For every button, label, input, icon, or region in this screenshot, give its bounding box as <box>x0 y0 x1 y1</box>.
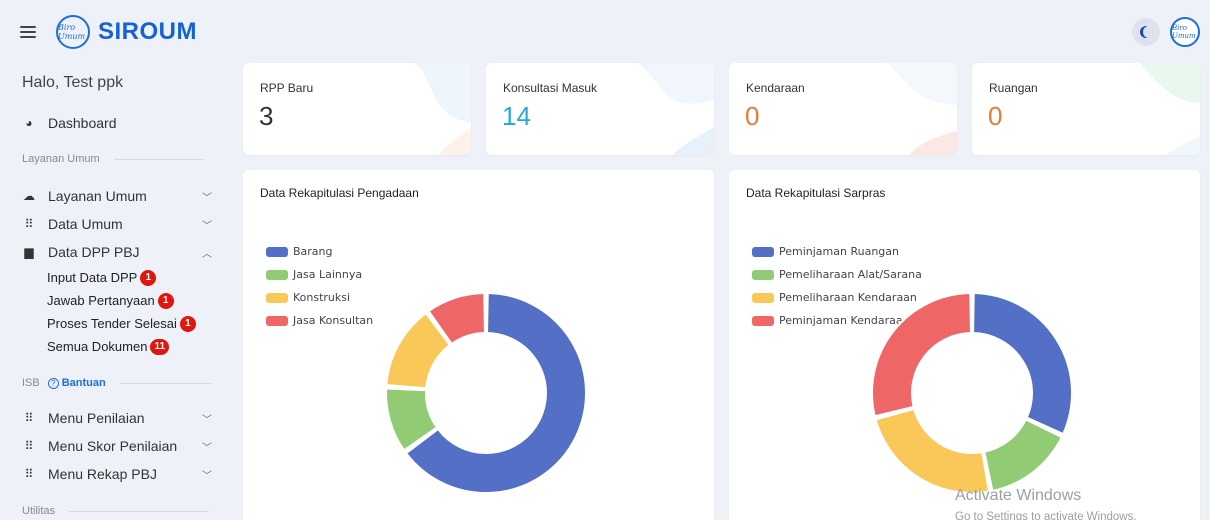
section-label-layanan: Layanan Umum <box>0 148 230 170</box>
donut-chart <box>871 292 1073 494</box>
chevron-down-icon: ﹀ <box>202 470 212 482</box>
hamburger-menu-icon[interactable] <box>20 26 36 38</box>
count-badge: 11 <box>150 338 170 355</box>
sidebar-subitem-semua-dokumen[interactable]: Semua Dokumen 11 <box>0 335 230 358</box>
stat-value: 0 <box>988 101 1003 131</box>
donut-slice-peminjaman-ruangan[interactable] <box>972 292 1073 435</box>
chevron-down-icon: ﹀ <box>202 192 212 204</box>
help-icon: ? <box>47 377 59 389</box>
chevron-up-icon: ︿ <box>202 248 212 260</box>
chevron-down-icon: ﹀ <box>202 414 212 426</box>
stat-value: 3 <box>259 101 274 131</box>
card-decoration <box>887 63 957 155</box>
moon-icon <box>1143 26 1155 38</box>
stat-label: Konsultasi Masuk <box>503 81 598 95</box>
sidebar-item-data-dpp-pbj[interactable]: ▆ Data DPP PBJ ︿ <box>0 238 230 266</box>
stat-card-konsultasi-masuk[interactable]: Konsultasi Masuk 14 <box>486 63 714 155</box>
avatar[interactable]: Biro Umum <box>1170 17 1200 47</box>
sidebar-item-layanan-umum[interactable]: ☁ Layanan Umum ﹀ <box>0 182 230 210</box>
chart-card-sarpras: Data Rekapitulasi Sarpras Peminjaman Rua… <box>729 170 1200 520</box>
card-decoration <box>637 63 714 155</box>
card-decoration <box>1139 63 1200 155</box>
grid-icon: ⠿ <box>24 217 34 231</box>
sidebar: Biro Umum SIROUM Halo, Test ppk ◕ Dashbo… <box>0 0 230 520</box>
count-badge: 1 <box>179 315 196 332</box>
grid-icon: ⠿ <box>24 411 34 425</box>
bantuan-link[interactable]: ? Bantuan <box>47 377 106 389</box>
brand-name[interactable]: SIROUM <box>98 18 197 46</box>
sidebar-item-menu-rekap-pbj[interactable]: ⠿ Menu Rekap PBJ ﹀ <box>0 460 230 488</box>
document-icon: ▆ <box>24 245 34 259</box>
dark-mode-toggle[interactable] <box>1132 18 1160 46</box>
sidebar-subitem-jawab-pertanyaan[interactable]: Jawab Pertanyaan 1 <box>0 289 230 312</box>
chart-card-pengadaan: Data Rekapitulasi Pengadaan Barang Jasa L… <box>243 170 714 520</box>
grid-icon: ⠿ <box>24 467 34 481</box>
chevron-down-icon: ﹀ <box>202 220 212 232</box>
card-decoration <box>414 63 471 155</box>
stat-value: 0 <box>745 101 760 131</box>
stat-card-rpp-baru[interactable]: RPP Baru 3 <box>243 63 471 155</box>
stat-label: Ruangan <box>989 81 1038 95</box>
count-badge: 1 <box>157 292 174 309</box>
stat-value: 14 <box>502 101 531 131</box>
sidebar-subitem-proses-tender-selesai[interactable]: Proses Tender Selesai 1 <box>0 312 230 335</box>
stat-card-kendaraan[interactable]: Kendaraan 0 <box>729 63 957 155</box>
top-icons: Biro Umum <box>1132 17 1200 47</box>
donut-slice-pemeliharaan-alat-sarana[interactable] <box>983 418 1063 492</box>
stat-label: RPP Baru <box>260 81 314 95</box>
section-label-utilitas: Utilitas <box>0 500 230 520</box>
stat-card-ruangan[interactable]: Ruangan 0 <box>972 63 1200 155</box>
sidebar-item-data-umum[interactable]: ⠿ Data Umum ﹀ <box>0 210 230 238</box>
sidebar-item-label: Dashboard <box>48 115 117 131</box>
sidebar-item-dashboard[interactable]: ◕ Dashboard <box>0 104 230 142</box>
sidebar-item-menu-penilaian[interactable]: ⠿ Menu Penilaian ﹀ <box>0 404 230 432</box>
grid-icon: ⠿ <box>24 439 34 453</box>
sidebar-item-menu-skor-penilaian[interactable]: ⠿ Menu Skor Penilaian ﹀ <box>0 432 230 460</box>
count-badge: 1 <box>140 269 157 286</box>
greeting: Halo, Test ppk <box>22 74 124 91</box>
donut-slice-pemeliharaan-kendaraan[interactable] <box>874 407 991 494</box>
brand-bar: Biro Umum SIROUM <box>0 0 230 64</box>
windows-activation-watermark: Activate Windows Go to Settings to activ… <box>955 487 1137 520</box>
brand-logo[interactable]: Biro Umum <box>56 15 90 49</box>
stat-label: Kendaraan <box>746 81 805 95</box>
brand-logo-text: Biro Umum <box>58 23 86 41</box>
chevron-down-icon: ﹀ <box>202 442 212 454</box>
sidebar-subitem-input-data-dpp[interactable]: Input Data DPP 1 <box>0 266 230 289</box>
donut-slice-peminjaman-kendaraan[interactable] <box>871 292 972 418</box>
cloud-icon: ☁ <box>23 189 35 203</box>
section-label-isb: ISB ? Bantuan <box>0 372 230 394</box>
pie-chart-icon: ◕ <box>25 116 33 130</box>
donut-chart <box>385 292 587 494</box>
